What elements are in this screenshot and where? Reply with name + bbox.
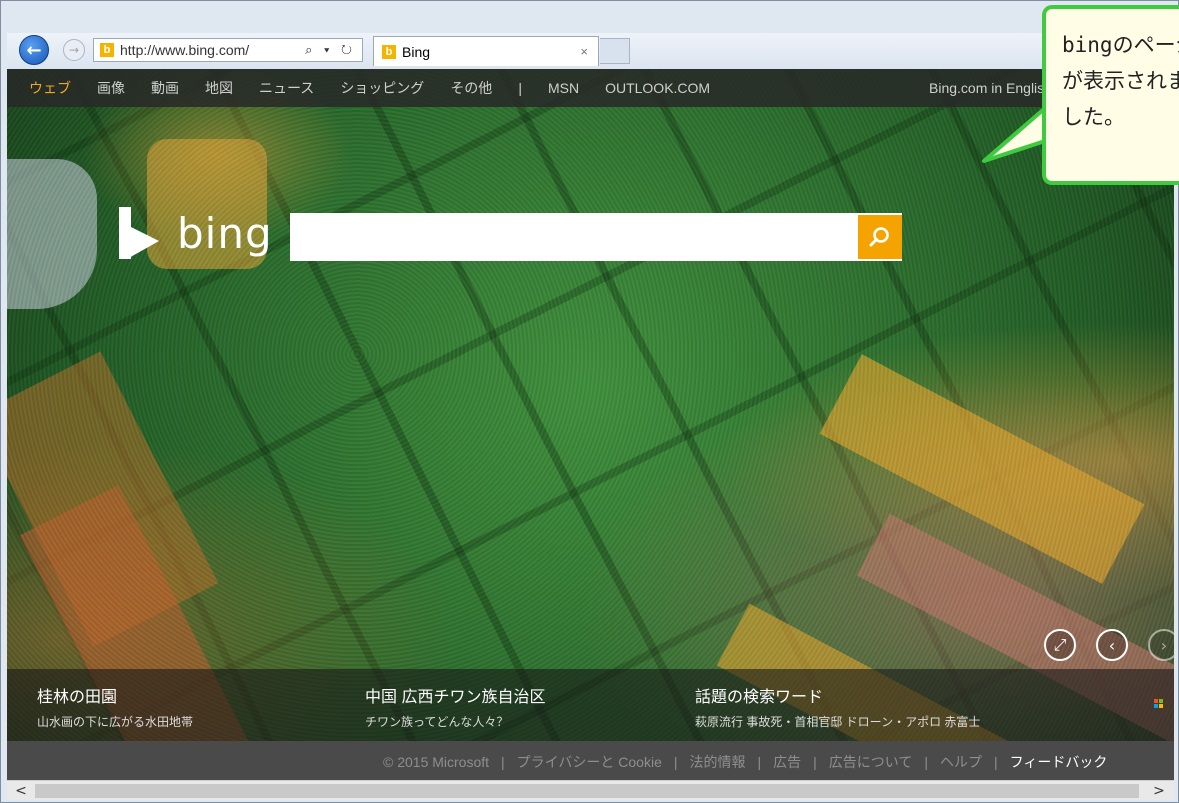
image-title[interactable]: 桂林の田園: [37, 683, 193, 707]
location-title[interactable]: 中国 広西チワン族自治区: [365, 683, 545, 707]
footer-privacy[interactable]: プライバシーと Cookie: [517, 752, 662, 772]
annotation-callout: bingのページ が表示されま した。: [1042, 5, 1179, 185]
trending-title: 話題の検索ワード: [695, 689, 824, 706]
search-button[interactable]: [858, 215, 902, 259]
bing-favicon-icon: b: [100, 43, 114, 57]
nav-more[interactable]: その他: [450, 78, 492, 98]
nav-english[interactable]: Bing.com in English: [929, 80, 1052, 96]
search-box: [290, 213, 902, 261]
forward-button[interactable]: →: [63, 39, 85, 61]
tab-title: Bing: [402, 43, 431, 60]
nav-outlook[interactable]: OUTLOOK.COM: [605, 80, 710, 96]
search-icon: [869, 227, 889, 247]
next-image-button[interactable]: ›: [1148, 629, 1174, 661]
chevron-left-icon: ‹: [1108, 635, 1116, 655]
bing-logo-text: bing: [177, 208, 273, 258]
footer-about-ads[interactable]: 広告について: [829, 752, 913, 772]
bing-logo-icon: [119, 207, 159, 259]
footer-separator: |: [994, 753, 998, 770]
footer-help[interactable]: ヘルプ: [940, 752, 982, 772]
nav-msn[interactable]: MSN: [548, 80, 579, 96]
image-subtitle[interactable]: 山水画の下に広がる水田地帯: [37, 713, 193, 730]
footer-separator: |: [501, 753, 505, 770]
microsoft-logo-icon: [1154, 699, 1164, 709]
image-info-left[interactable]: 桂林の田園 山水画の下に広がる水田地帯: [37, 683, 193, 730]
nav-web[interactable]: ウェブ: [29, 78, 71, 98]
back-arrow-icon: ←: [26, 39, 42, 61]
scrollbar-thumb[interactable]: [35, 784, 1139, 798]
browser-window: ← → b http://www.bing.com/ ⌕ ▾ ↻ b Bing …: [0, 0, 1179, 803]
nav-news[interactable]: ニュース: [259, 78, 314, 98]
trending-searches[interactable]: 話題の検索ワード 萩原流行 事故死・首相官邸 ドローン・アポロ 赤富士: [695, 683, 980, 730]
expand-icon: ⤢: [1053, 635, 1067, 654]
nav-maps[interactable]: 地図: [205, 78, 233, 98]
footer: © 2015 Microsoft | プライバシーと Cookie | 法的情報…: [7, 741, 1174, 782]
footer-separator: |: [757, 753, 762, 770]
nav-separator: |: [518, 80, 522, 96]
footer-feedback[interactable]: フィードバック: [1010, 752, 1108, 772]
footer-copyright: © 2015 Microsoft: [383, 753, 490, 770]
nav-shopping[interactable]: ショッピング: [340, 78, 424, 98]
fullscreen-button[interactable]: ⤢: [1044, 629, 1076, 661]
address-bar-icons[interactable]: ⌕ ▾ ↻: [305, 42, 356, 58]
scroll-right-icon[interactable]: >: [1149, 781, 1169, 801]
search-input[interactable]: [290, 213, 856, 261]
address-url[interactable]: http://www.bing.com/: [120, 42, 249, 58]
scroll-left-icon[interactable]: <: [11, 781, 31, 801]
callout-line: した。: [1062, 105, 1125, 129]
new-tab-button[interactable]: [600, 38, 630, 64]
bing-favicon-icon: b: [382, 44, 396, 59]
location-subtitle[interactable]: チワン族ってどんな人々？: [365, 713, 545, 730]
footer-ads[interactable]: 広告: [773, 752, 801, 772]
callout-line: bingのページ: [1062, 33, 1179, 57]
forward-arrow-icon: →: [68, 43, 80, 57]
callout-line: が表示されま: [1062, 69, 1179, 93]
image-info-strip: 桂林の田園 山水画の下に広がる水田地帯 中国 広西チワン族自治区 チワン族ってど…: [7, 669, 1174, 741]
image-info-middle[interactable]: 中国 広西チワン族自治区 チワン族ってどんな人々？: [365, 683, 545, 730]
bing-logo[interactable]: bing: [119, 207, 273, 259]
footer-separator: |: [813, 753, 817, 770]
nav-videos[interactable]: 動画: [151, 78, 179, 98]
horizontal-scrollbar[interactable]: < >: [7, 780, 1174, 800]
footer-legal[interactable]: 法的情報: [690, 752, 746, 772]
close-tab-icon[interactable]: ×: [580, 44, 588, 59]
tab-bing[interactable]: b Bing ×: [373, 36, 599, 66]
chevron-right-icon: ›: [1160, 635, 1168, 655]
footer-separator: |: [673, 753, 678, 770]
previous-image-button[interactable]: ‹: [1096, 629, 1128, 661]
page-viewport: ウェブ 画像 動画 地図 ニュース ショッピング その他 | MSN OUTLO…: [7, 69, 1174, 782]
back-button[interactable]: ←: [19, 35, 49, 65]
nav-images[interactable]: 画像: [97, 78, 125, 98]
trending-list[interactable]: 萩原流行 事故死・首相官邸 ドローン・アポロ 赤富士: [695, 713, 980, 730]
address-bar[interactable]: b http://www.bing.com/ ⌕ ▾ ↻: [93, 38, 363, 62]
footer-separator: |: [924, 753, 929, 770]
